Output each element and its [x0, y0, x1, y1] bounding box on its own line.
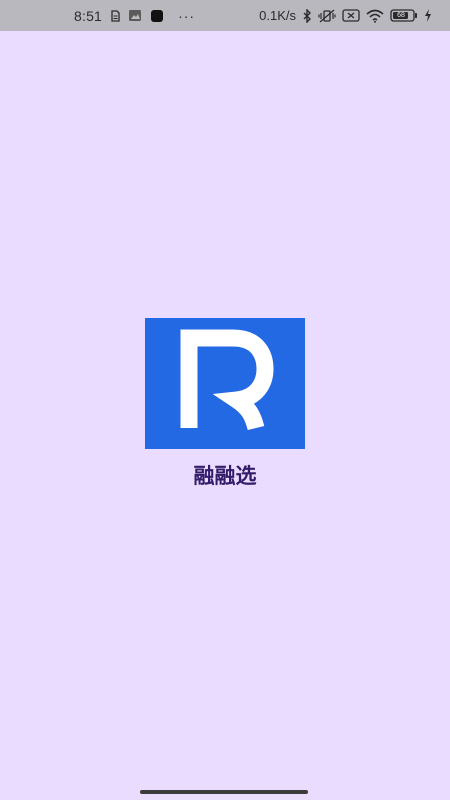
network-speed: 0.1K/s — [259, 8, 296, 23]
battery-level: 68 — [397, 12, 405, 19]
wifi-icon — [366, 9, 384, 23]
status-bar-right: 0.1K/s 68 — [259, 0, 432, 31]
app-logo: R — [145, 318, 305, 449]
home-indicator[interactable] — [140, 790, 308, 794]
sim-card-icon — [111, 9, 120, 22]
status-bar-left: 8:51 ··· — [74, 0, 195, 31]
bluetooth-icon — [303, 8, 311, 23]
app-notification-icon — [151, 9, 164, 22]
battery-icon: 68 — [390, 9, 418, 22]
no-sim-icon — [342, 9, 360, 22]
logo-letter: R — [305, 318, 306, 319]
image-notification-icon — [129, 10, 142, 21]
vibrate-icon — [318, 9, 336, 22]
charging-icon — [425, 9, 431, 22]
more-notifications-indicator: ··· — [178, 7, 196, 24]
app-name: 融融选 — [193, 464, 257, 488]
status-bar: 8:51 ··· 0.1K/s 68 — [0, 0, 450, 31]
status-time: 8:51 — [74, 7, 103, 24]
logo-r-glyph — [180, 329, 274, 431]
